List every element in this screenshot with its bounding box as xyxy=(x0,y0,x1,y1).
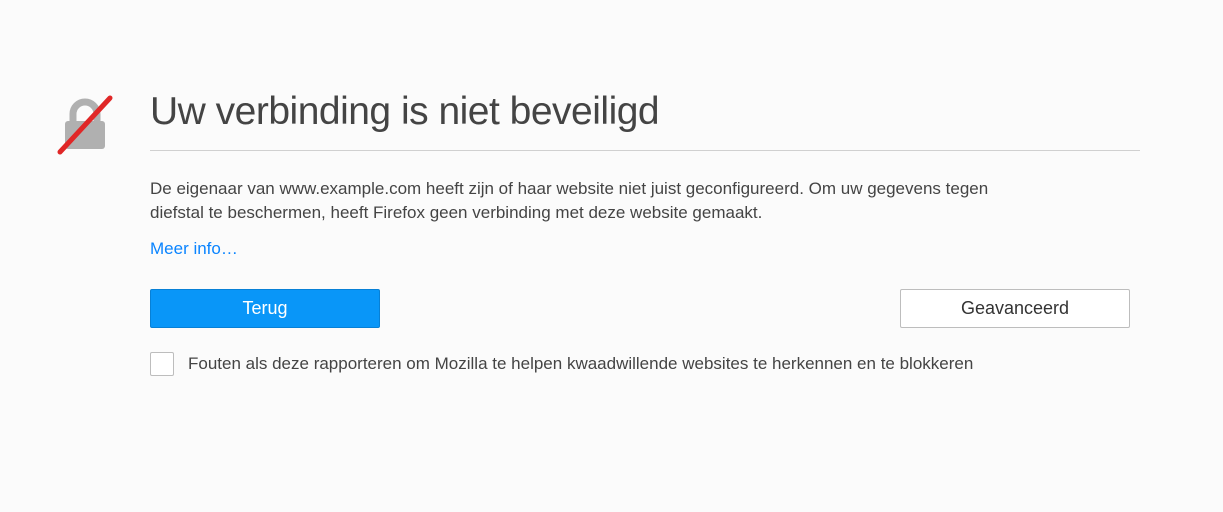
report-errors-label: Fouten als deze rapporteren om Mozilla t… xyxy=(188,353,973,375)
error-page-container: Uw verbinding is niet beveiligd De eigen… xyxy=(0,0,1223,376)
error-description: De eigenaar van www.example.com heeft zi… xyxy=(150,177,1010,225)
divider xyxy=(150,150,1140,151)
insecure-lock-icon xyxy=(55,142,115,159)
page-title: Uw verbinding is niet beveiligd xyxy=(150,90,1140,134)
content-column: Uw verbinding is niet beveiligd De eigen… xyxy=(140,90,1140,376)
report-errors-checkbox[interactable] xyxy=(150,352,174,376)
advanced-button[interactable]: Geavanceerd xyxy=(900,289,1130,328)
button-row: Terug Geavanceerd xyxy=(150,289,1130,328)
more-info-link[interactable]: Meer info… xyxy=(150,239,238,259)
icon-column xyxy=(55,90,140,160)
report-errors-row: Fouten als deze rapporteren om Mozilla t… xyxy=(150,352,1130,376)
back-button[interactable]: Terug xyxy=(150,289,380,328)
